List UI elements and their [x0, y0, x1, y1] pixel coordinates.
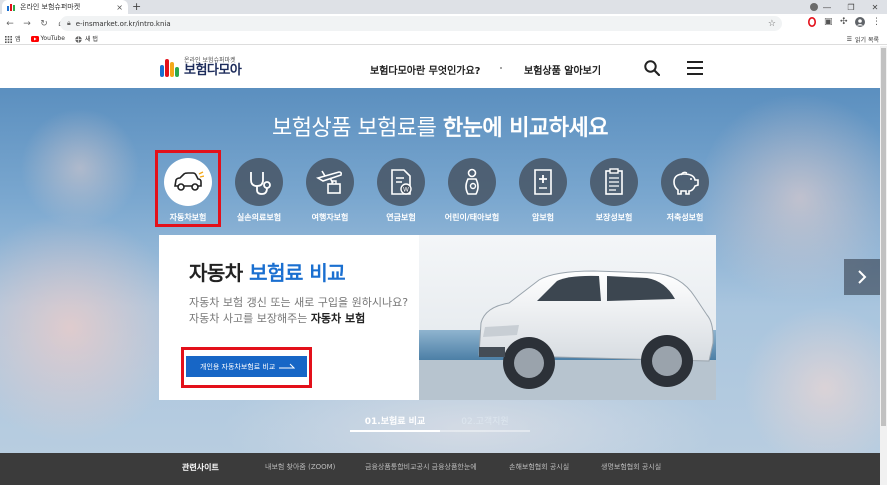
pension-document-icon: W — [391, 169, 412, 195]
logo-title: 보험다모아 — [184, 63, 242, 78]
category-label: 실손의료보험 — [236, 213, 282, 222]
forward-icon[interactable]: → — [20, 19, 34, 29]
checklist-icon — [605, 168, 623, 195]
site-logo[interactable]: 온라인 보험슈퍼마켓 보험다모아 — [160, 55, 242, 78]
page-scrollbar[interactable] — [880, 46, 887, 485]
hamburger-menu-icon[interactable] — [687, 61, 703, 75]
related-sites-bar: 관련사이트 내보험 찾아줌 (ZOOM) 금융상품통합비교공시 금융상품한눈에 … — [0, 453, 880, 485]
browser-tab[interactable]: 온라인 보험슈퍼마켓 × — [2, 0, 128, 14]
image-extension-icon[interactable]: ▣ — [824, 17, 833, 29]
bookmarks-bar: 앱 YouTube 새 탭 ☰ 읽기 목록 — [0, 33, 887, 45]
tab-customer-support[interactable]: 02.고객지원 — [440, 414, 530, 427]
stethoscope-icon — [250, 172, 271, 195]
category-label: 어린이/태아보험 — [444, 213, 500, 222]
search-icon[interactable] — [644, 60, 661, 77]
selected-category-highlight — [155, 150, 221, 227]
category-list: 자동차보험 실손의료보험 여행자보험 W 연금보험 어린이/태아보험 암보험 보… — [155, 156, 720, 236]
piggy-bank-icon — [673, 171, 699, 195]
opera-extension-icon[interactable] — [807, 17, 817, 29]
bookmark-label: YouTube — [40, 35, 65, 42]
bookmark-apps[interactable]: 앱 — [5, 34, 21, 43]
reading-list-icon: ☰ — [846, 36, 852, 43]
hero-title: 보험상품 보험료를 한눈에 비교하세요 — [0, 110, 880, 142]
category-savings-insurance[interactable]: 저축성보험 — [650, 156, 720, 223]
hero-title-normal: 보험상품 보험료를 — [271, 116, 443, 141]
blossom-decor — [0, 208, 180, 448]
related-link-zoom[interactable]: 내보험 찾아줌 (ZOOM) — [265, 462, 335, 472]
reload-icon[interactable]: ↻ — [37, 19, 51, 29]
card-title-highlight: 보험료 비교 — [249, 261, 346, 285]
bookmark-new-tab[interactable]: 새 탭 — [75, 34, 98, 43]
bookmark-label: 앱 — [15, 36, 21, 43]
back-icon[interactable]: ← — [3, 19, 17, 29]
step-progress-active — [350, 430, 440, 432]
airplane-luggage-icon — [316, 170, 343, 194]
reading-list[interactable]: ☰ 읽기 목록 — [847, 35, 879, 44]
baby-icon — [465, 168, 479, 195]
category-label: 암보험 — [531, 213, 555, 222]
card-desc-line1: 자동차 보험 갱신 또는 새로 구입을 원하시나요? — [189, 296, 409, 309]
step-tabs: 01.보험료 비교 02.고객지원 — [350, 410, 530, 432]
account-avatar-icon[interactable] — [855, 17, 865, 29]
more-menu-icon[interactable]: ⋮ — [872, 17, 881, 29]
related-sites-heading: 관련사이트 — [182, 463, 219, 472]
close-tab-icon[interactable]: × — [116, 3, 123, 12]
bookmark-star-icon[interactable]: ☆ — [768, 19, 776, 29]
hero-title-bold: 한눈에 비교하세요 — [442, 116, 609, 141]
category-label: 저축성보험 — [666, 213, 704, 222]
browser-tab-bar: 온라인 보험슈퍼마켓 × + ― ❐ ✕ — [0, 0, 887, 14]
address-bar[interactable]: 🔒︎ e-insmarket.or.kr/intro.knia ☆ — [60, 16, 782, 31]
related-link-knia[interactable]: 손해보험협회 공시실 — [509, 462, 569, 472]
nav-about[interactable]: 보험다모아란 무엇인가요? — [370, 62, 480, 77]
card-title-main: 자동차 — [189, 261, 250, 285]
globe-icon — [75, 35, 82, 43]
restore-icon[interactable]: ❐ — [839, 3, 863, 12]
category-pension-insurance[interactable]: W 연금보험 — [366, 156, 436, 223]
reading-list-label: 읽기 목록 — [855, 37, 879, 44]
url-text: e-insmarket.or.kr/intro.knia — [75, 19, 171, 28]
apps-grid-icon — [5, 35, 12, 43]
card-description: 자동차 보험 갱신 또는 새로 구입을 원하시나요? 자동차 사고를 보장해주는… — [189, 295, 408, 327]
lock-icon: 🔒︎ — [67, 19, 71, 27]
car-photo — [419, 235, 716, 400]
tab-title: 온라인 보험슈퍼마켓 — [20, 3, 81, 11]
minimize-icon[interactable]: ― — [815, 3, 839, 12]
logo-bars-icon — [160, 55, 180, 77]
medical-clipboard-icon — [534, 169, 552, 195]
card-desc-emphasis: 자동차 보험 — [310, 312, 366, 325]
close-window-icon[interactable]: ✕ — [863, 3, 887, 12]
browser-toolbar: ← → ↻ ⌂ 🔒︎ e-insmarket.or.kr/intro.knia … — [0, 14, 887, 33]
related-link-klia[interactable]: 생명보험협회 공시실 — [601, 462, 661, 472]
tab-premium-compare[interactable]: 01.보험료 비교 — [350, 414, 440, 427]
category-travel-insurance[interactable]: 여행자보험 — [295, 156, 365, 223]
nav-products[interactable]: 보험상품 알아보기 — [524, 62, 601, 77]
category-protection-insurance[interactable]: 보장성보험 — [579, 156, 649, 223]
window-controls: ― ❐ ✕ — [815, 0, 887, 14]
nav-separator — [500, 67, 502, 69]
category-child-insurance[interactable]: 어린이/태아보험 — [437, 156, 507, 223]
category-label: 연금보험 — [386, 213, 416, 222]
chevron-right-icon — [858, 270, 867, 284]
new-tab-icon[interactable]: + — [132, 0, 141, 14]
svg-text:W: W — [403, 187, 409, 194]
extensions-puzzle-icon[interactable]: ✣ — [840, 17, 848, 29]
site-favicon-icon — [7, 3, 15, 11]
blossom-decor — [740, 308, 880, 453]
site-header: 온라인 보험슈퍼마켓 보험다모아 보험다모아란 무엇인가요? 보험상품 알아보기 — [0, 46, 880, 88]
card-title: 자동차 보험료 비교 — [189, 257, 346, 286]
compare-button-highlight — [181, 347, 312, 388]
scrollbar-thumb[interactable] — [881, 48, 886, 426]
category-label: 보장성보험 — [595, 213, 633, 222]
bookmark-label: 새 탭 — [84, 36, 98, 43]
category-cancer-insurance[interactable]: 암보험 — [508, 156, 578, 223]
card-desc-line2: 자동차 사고를 보장해주는 — [189, 312, 311, 325]
category-label: 여행자보험 — [311, 213, 349, 222]
next-slide-button[interactable] — [844, 259, 880, 295]
related-link-finlife[interactable]: 금융상품통합비교공시 금융상품한눈에 — [365, 462, 477, 472]
bookmark-youtube[interactable]: YouTube — [30, 35, 65, 42]
step-progress-track — [350, 430, 530, 432]
youtube-icon — [30, 35, 39, 42]
category-medical-insurance[interactable]: 실손의료보험 — [224, 156, 294, 223]
